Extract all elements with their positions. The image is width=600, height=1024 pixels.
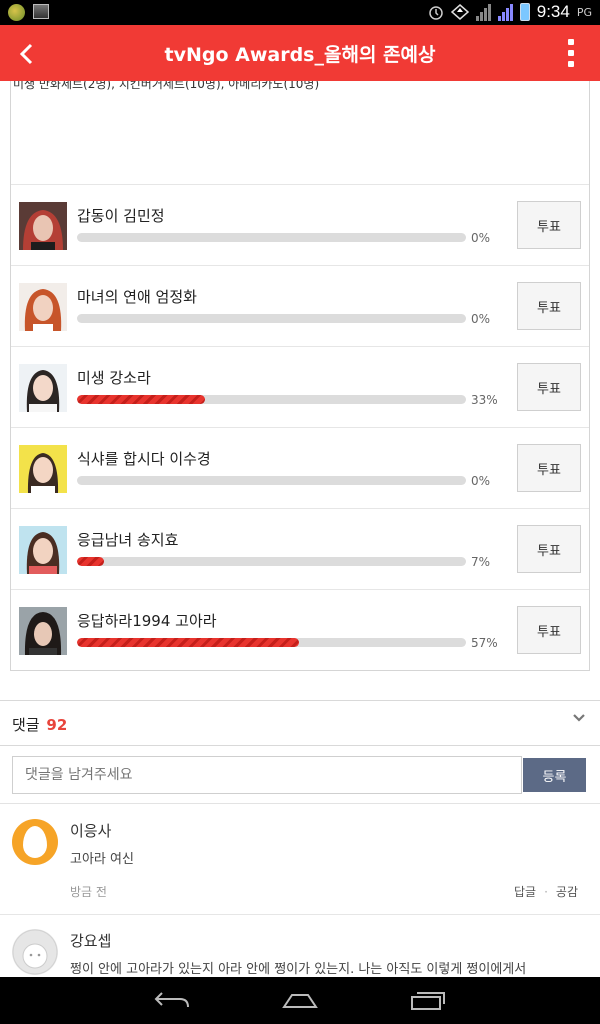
vote-percent: 0%	[471, 312, 491, 326]
candidate-name: 갑동이 김민정	[77, 207, 165, 225]
comment-input-area: 등록	[0, 746, 600, 804]
candidate-row: 응급남녀 송지효 7% 투표	[11, 508, 589, 589]
nav-back-icon[interactable]	[152, 987, 192, 1013]
comment-count: 92	[46, 716, 68, 734]
app-notification-icon	[8, 4, 25, 21]
comment-time: 방금 전	[70, 885, 107, 899]
comments-header[interactable]: 댓글 92	[0, 701, 600, 746]
comment-input[interactable]	[12, 756, 522, 794]
candidate-photo	[19, 364, 67, 412]
comment-actions: 답글 · 공감	[513, 885, 578, 899]
vote-button[interactable]: 투표	[517, 201, 581, 249]
vote-percent: 7%	[471, 555, 491, 569]
comments-title: 댓글 92	[12, 716, 68, 734]
candidate-row: 마녀의 연애 엄정화 0% 투표	[11, 265, 589, 346]
vote-progress-bar	[77, 233, 466, 242]
candidate-photo	[19, 283, 67, 331]
status-bar: 9:34 PG	[0, 0, 600, 25]
submit-comment-button[interactable]: 등록	[523, 758, 586, 792]
default-user-icon	[12, 929, 58, 975]
candidate-name: 마녀의 연애 엄정화	[77, 288, 197, 306]
vote-percent: 57%	[471, 636, 498, 650]
comment-text: 고아라 여신	[70, 852, 134, 867]
reply-button[interactable]: 답글	[514, 885, 536, 899]
candidate-row: 응답하라1994 고아라 57% 투표	[11, 589, 589, 670]
vote-progress-bar	[77, 314, 466, 323]
vote-button[interactable]: 투표	[517, 363, 581, 411]
alarm-icon	[428, 6, 443, 20]
comment-item: 이응사 고아라 여신 방금 전 답글 · 공감	[0, 805, 600, 915]
candidate-name: 미생 강소라	[77, 369, 151, 387]
comment-item: 강요셉 쩡이 안에 고아라가 있는지 아라 안에 쩡이가 있는지. 나는 아직도…	[0, 915, 600, 977]
vote-button[interactable]: 투표	[517, 282, 581, 330]
vote-progress-bar	[77, 476, 466, 485]
candidate-photo	[19, 526, 67, 574]
vote-percent: 33%	[471, 393, 498, 407]
signal-bars-icon	[475, 3, 491, 21]
candidate-row: 갑동이 김민정 0% 투표	[11, 184, 589, 265]
image-notification-icon	[33, 4, 49, 19]
comment-author: 이응사	[70, 822, 112, 840]
page-title: tvNgo Awards_올해의 존예상	[164, 44, 436, 66]
poll-card: 미생 만화세트(2명), 치킨버거세트(10명), 아메리카노(10명) 갑동이…	[10, 81, 590, 671]
candidate-name: 식샤를 합시다 이수경	[77, 450, 211, 468]
vote-button[interactable]: 투표	[517, 444, 581, 492]
vote-progress-fill	[77, 557, 105, 566]
battery-icon	[519, 3, 530, 21]
vote-progress-fill	[77, 638, 299, 647]
overflow-menu-icon[interactable]	[568, 39, 576, 67]
vote-percent: 0%	[471, 231, 491, 245]
status-time: 9:34	[536, 2, 570, 21]
vote-button[interactable]: 투표	[517, 525, 581, 573]
candidate-name: 응급남녀 송지효	[77, 531, 179, 549]
data-transfer-icon	[450, 4, 469, 20]
vote-progress-fill	[77, 395, 206, 404]
candidate-photo	[19, 445, 67, 493]
chevron-down-icon[interactable]	[572, 711, 586, 725]
candidate-row: 미생 강소라 33% 투표	[11, 346, 589, 427]
back-button[interactable]	[12, 37, 40, 69]
candidate-list: 갑동이 김민정 0% 투표 마녀의 연애 엄정화 0% 투표 미생 강소라 33…	[11, 184, 589, 670]
candidate-name: 응답하라1994 고아라	[77, 612, 217, 630]
vote-button[interactable]: 투표	[517, 606, 581, 654]
network-label: PG	[576, 5, 592, 19]
wifi-signal-icon	[497, 3, 513, 21]
comment-text: 쩡이 안에 고아라가 있는지 아라 안에 쩡이가 있는지. 나는 아직도 이렇게…	[70, 962, 527, 977]
app-bar: tvNgo Awards_올해의 존예상	[0, 25, 600, 81]
nav-home-icon[interactable]	[280, 987, 320, 1013]
chevron-left-icon	[19, 43, 33, 65]
candidate-photo	[19, 202, 67, 250]
candidate-row: 식샤를 합시다 이수경 0% 투표	[11, 427, 589, 508]
system-nav-bar	[0, 977, 600, 1024]
avatar	[12, 819, 58, 865]
candidate-photo	[19, 607, 67, 655]
vote-progress-bar	[77, 557, 466, 566]
poll-description: 미생 만화세트(2명), 치킨버거세트(10명), 아메리카노(10명)	[13, 81, 320, 91]
like-button[interactable]: 공감	[556, 885, 578, 899]
nav-recents-icon[interactable]	[408, 987, 448, 1013]
vote-progress-bar	[77, 395, 466, 404]
comment-author: 강요셉	[70, 932, 112, 950]
vote-percent: 0%	[471, 474, 491, 488]
avatar	[12, 929, 58, 975]
vote-progress-bar	[77, 638, 466, 647]
egg-icon	[23, 826, 47, 858]
